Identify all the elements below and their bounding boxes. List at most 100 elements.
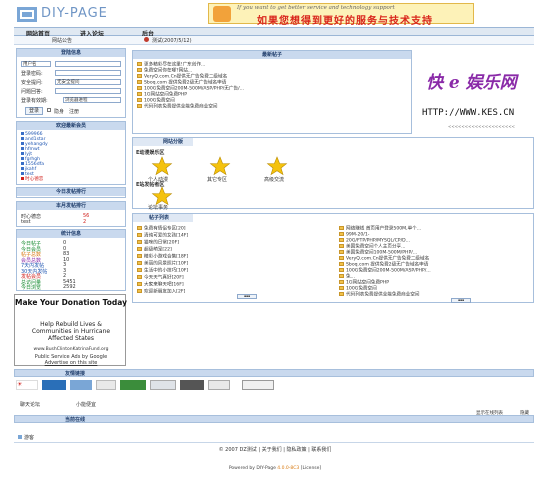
ad-chinese-text: 如果您想得到更好的服务与技术支持 (257, 16, 433, 27)
text-link-2[interactable]: 小能便宜 (76, 401, 96, 408)
answer-input[interactable] (55, 88, 121, 94)
right-more-button[interactable]: ▪▪▪ (451, 298, 471, 303)
stat-value: 2592 (63, 284, 76, 290)
topic-link[interactable]: 20G/FTP/PHP/MYSQL/CP/D... (339, 238, 410, 244)
header-ad-banner[interactable]: If you want to get better service and te… (208, 3, 474, 27)
topic-link[interactable]: VeryQ.com.Cn提供无广告免费二级域名 (339, 256, 429, 262)
topic-link[interactable]: 清纯可爱的女孩[14F] (137, 233, 188, 239)
folder-icon (137, 240, 142, 244)
hide-checkbox[interactable] (47, 108, 52, 114)
post-link[interactable]: 免费空间你在哪?网站... (137, 68, 192, 74)
folder-icon (339, 244, 344, 248)
link-logo-2[interactable] (42, 380, 66, 390)
username-type-select[interactable]: 用户名 (21, 61, 51, 67)
expiry-select[interactable]: 浏览器进程 (63, 97, 121, 103)
post-link[interactable]: Sboq.com 提供免费2级无广告域名申请 (137, 80, 226, 86)
rank-name[interactable]: test (21, 219, 31, 225)
link-logo-7[interactable] (180, 380, 204, 390)
member-link[interactable]: 时心德恋 (21, 177, 43, 182)
footer-link-about[interactable]: 关于我们 (262, 447, 282, 453)
register-link[interactable]: 注册 (69, 108, 79, 115)
online-bar: 当前在线 (14, 415, 534, 423)
post-link[interactable]: 更多精彩尽在这里!广东创作... (137, 62, 205, 68)
login-button[interactable]: 登录 (25, 107, 43, 115)
post-link[interactable]: 100G免费空间 (137, 98, 175, 104)
footer-link-privacy[interactable]: 隐私政策 (287, 447, 307, 453)
side-ad[interactable]: 快 e 娱乐网 HTTP://WWW.KES.CN <<<<<<<<<<<<<<… (422, 68, 532, 132)
topic-link[interactable]: 代码列表免费提供全能免费商业空间 (339, 292, 420, 298)
folder-icon (137, 86, 142, 90)
footer-powered: Powered by DIY-Page 4.0.0-8C3 [License] (228, 466, 322, 471)
topic-link[interactable]: 超级萌宠[22] (137, 247, 172, 253)
donation-url[interactable]: www.BushClintonKatrinaFund.org (15, 347, 127, 352)
board-link[interactable]: 论坛事务 (148, 204, 168, 211)
board-link[interactable]: 其它专区 (207, 176, 227, 183)
notice-link[interactable]: 测试(2007/5/12) (152, 37, 192, 44)
donation-line2: Communities in Hurricane (31, 328, 111, 335)
link-logo-1[interactable]: ☀ (16, 380, 38, 390)
advertise-link[interactable]: Advertise on this site (15, 360, 127, 366)
post-link[interactable]: 1G网站空间免费PHP (137, 92, 187, 98)
topic-link[interactable]: 免... (339, 274, 355, 280)
link-logo-3[interactable] (70, 380, 92, 390)
topic-link[interactable]: Sboq.com 提供免费2级无广告域名申请 (339, 262, 428, 268)
topic-link[interactable]: 猫咪的日常[20F] (137, 240, 179, 246)
forum-sections-panel: 网站分版 E动漫娱乐区 个人动漫 其它专区 高级交流 E站发帖者区 论坛事务 (132, 137, 534, 211)
folder-icon (137, 74, 142, 78)
topic-link[interactable]: 精彩小游戏合集[18F] (137, 254, 188, 260)
login-title: 登陆信息 (17, 49, 125, 57)
folder-icon (339, 238, 344, 242)
star-icon (266, 156, 288, 176)
topic-link[interactable]: 欢迎新朋友加入[2F] (137, 289, 185, 295)
topic-link[interactable]: 美国免费空间100M-500M/PHP/... (339, 250, 417, 256)
today-rank-panel: 今日发帖排行 (16, 187, 126, 198)
license-link[interactable]: License (302, 466, 319, 471)
topic-link[interactable]: 美国免费空间个人主页分享... (339, 244, 406, 250)
topic-link[interactable]: 100G免费空间 (339, 286, 377, 292)
month-rank-panel: 本月发帖排行 时心德恋 56 test 2 (16, 201, 126, 227)
folder-icon (137, 104, 142, 108)
folder-icon (137, 254, 142, 258)
donation-line1: Help Rebuild Lives & (40, 321, 102, 328)
link-logo-6[interactable] (150, 380, 176, 390)
folder-icon (137, 275, 142, 279)
topic-link[interactable]: 美丽的风景照片[10F] (137, 261, 188, 267)
link-logo-5[interactable] (120, 380, 146, 390)
security-label: 安全提问: (21, 80, 43, 86)
topic-link[interactable]: 99M-20/1- (339, 232, 369, 238)
month-rank-title: 本月发帖排行 (17, 202, 125, 210)
topic-link[interactable]: 今天天气真好[20F] (137, 275, 184, 281)
footer-link-contact[interactable]: 联系我们 (311, 447, 331, 453)
topic-link[interactable]: 生活中的小技巧[10F] (137, 268, 188, 274)
footer-copyright: © 2007 DZ测试 (218, 447, 257, 453)
post-link[interactable]: 100G免费空间200M-500M/ASP/PHP/无广告/... (137, 86, 244, 92)
topic-link[interactable]: 免费有情侣专区[20] (137, 226, 186, 232)
donation-ad[interactable]: Make Your Donation Today Help Rebuild Li… (14, 294, 127, 366)
text-link-1[interactable]: 聊天论坛 (20, 401, 40, 408)
topic-link[interactable]: 网络赚钱 首页用户登录500M,单个... (339, 226, 421, 232)
post-link[interactable]: VeryQ.com.Cn提供无广告免费二级域名 (137, 74, 227, 80)
left-more-button[interactable]: ▪▪▪ (237, 294, 257, 299)
footer-divider (14, 442, 534, 443)
folder-icon (137, 62, 142, 66)
topic-link[interactable]: 100G免费空间200M-500M/ASP/PHP/... (339, 268, 431, 274)
topic-link[interactable]: 1G网站空间免费PHP (339, 280, 389, 286)
link-logo-4[interactable] (96, 380, 116, 390)
folder-icon (339, 256, 344, 260)
link-logo-8[interactable] (208, 380, 230, 390)
powered-text[interactable]: Powered by DIY-Page (229, 466, 276, 471)
new-members-title: 欢迎最新会员 (17, 122, 125, 130)
topic-list-panel: 帖子列表 免费有情侣专区[20] 清纯可爱的女孩[14F] 猫咪的日常[20F]… (132, 213, 534, 303)
security-select[interactable]: 无安全提问 (55, 79, 121, 85)
board-group[interactable]: E动漫娱乐区 (136, 149, 164, 156)
board-link[interactable]: 高级交流 (264, 176, 284, 183)
folder-icon (339, 292, 344, 296)
site-logo[interactable]: DIY-PAGE (17, 5, 127, 25)
post-link[interactable]: 代码列表免费提供全能免费商业空间 (137, 104, 218, 110)
online-member[interactable]: 游客 (18, 434, 34, 441)
password-input[interactable] (55, 70, 121, 76)
star-icon (151, 156, 173, 176)
username-input[interactable] (55, 61, 121, 67)
link-logo-9[interactable] (242, 380, 274, 390)
topic-link[interactable]: 大家来聊天吧[16F] (137, 282, 184, 288)
